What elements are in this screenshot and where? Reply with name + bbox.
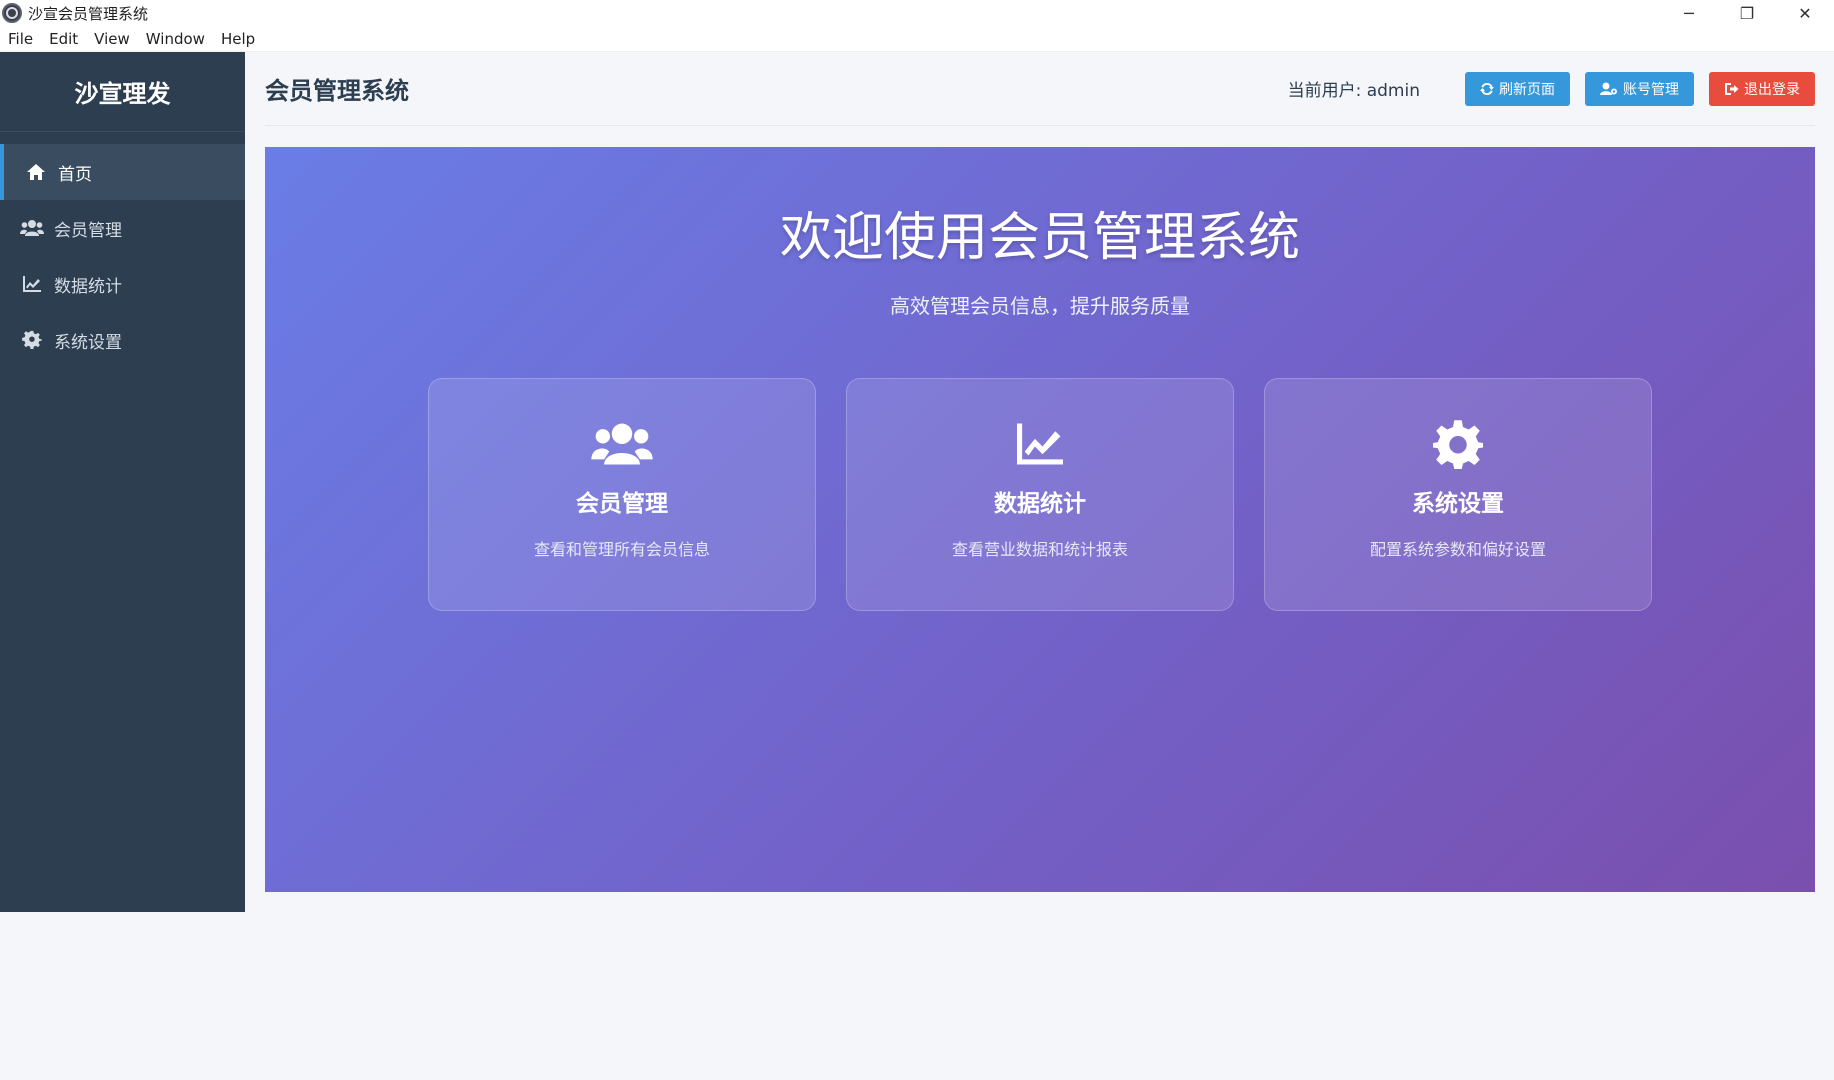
menu-bar: File Edit View Window Help	[0, 26, 1834, 52]
welcome-subtitle: 高效管理会员信息，提升服务质量	[890, 294, 1190, 318]
header-actions: 当前用户: admin 刷新页面 账号管理 退出登录	[1287, 71, 1815, 106]
chart-line-icon	[1014, 419, 1066, 469]
sign-out-icon	[1725, 82, 1739, 95]
menu-file[interactable]: File	[0, 26, 41, 52]
sidebar-item-members[interactable]: 会员管理	[0, 200, 245, 256]
sidebar-item-label: 系统设置	[54, 332, 122, 353]
sidebar-item-label: 数据统计	[54, 276, 122, 297]
menu-view[interactable]: View	[86, 26, 138, 52]
card-description: 查看营业数据和统计报表	[951, 540, 1128, 559]
minimize-button[interactable]: ─	[1660, 0, 1718, 26]
welcome-title: 欢迎使用会员管理系统	[779, 208, 1300, 268]
card-title: 会员管理	[576, 491, 668, 517]
close-button[interactable]: ✕	[1776, 0, 1834, 26]
refresh-page-label: 刷新页面	[1499, 81, 1555, 98]
card-description: 配置系统参数和偏好设置	[1369, 540, 1546, 559]
top-header: 会员管理系统 当前用户: admin 刷新页面 账号管理 退出登录	[265, 52, 1815, 126]
window-titlebar: 沙宣会员管理系统 ─ ❐ ✕	[0, 0, 1834, 26]
card-title: 系统设置	[1412, 491, 1504, 517]
sidebar-item-settings[interactable]: 系统设置	[0, 312, 245, 368]
users-icon	[20, 218, 44, 238]
gear-icon	[20, 330, 44, 350]
feature-cards: 会员管理 查看和管理所有会员信息 数据统计 查看营业数据和统计报表 系统设置 配…	[428, 378, 1652, 611]
chart-line-icon	[20, 274, 44, 294]
sidebar-nav: 首页 会员管理 数据统计 系统设置	[0, 144, 245, 368]
user-gear-icon	[1600, 82, 1617, 95]
card-data-statistics[interactable]: 数据统计 查看营业数据和统计报表	[846, 378, 1234, 611]
sidebar-brand: 沙宣理发	[0, 52, 245, 132]
gear-icon	[1433, 419, 1483, 469]
account-management-label: 账号管理	[1623, 81, 1679, 98]
welcome-banner: 欢迎使用会员管理系统 高效管理会员信息，提升服务质量 会员管理 查看和管理所有会…	[265, 147, 1815, 892]
menu-window[interactable]: Window	[138, 26, 213, 52]
menu-edit[interactable]: Edit	[41, 26, 86, 52]
account-management-button[interactable]: 账号管理	[1585, 71, 1694, 106]
menu-help[interactable]: Help	[213, 26, 263, 52]
sidebar-item-statistics[interactable]: 数据统计	[0, 256, 245, 312]
page-title: 会员管理系统	[265, 77, 409, 105]
sidebar: 沙宣理发 首页 会员管理 数据统计 系统设置	[0, 52, 245, 912]
refresh-page-button[interactable]: 刷新页面	[1465, 71, 1570, 106]
app-logo-icon	[2, 3, 22, 23]
logout-label: 退出登录	[1744, 81, 1800, 98]
card-system-settings[interactable]: 系统设置 配置系统参数和偏好设置	[1264, 378, 1652, 611]
card-description: 查看和管理所有会员信息	[533, 540, 710, 559]
card-title: 数据统计	[994, 491, 1086, 517]
current-user-label: 当前用户: admin	[1287, 81, 1420, 101]
refresh-icon	[1480, 82, 1494, 95]
users-icon	[590, 419, 654, 469]
home-icon	[24, 162, 48, 182]
window-title: 沙宣会员管理系统	[28, 4, 149, 23]
window-controls: ─ ❐ ✕	[1660, 0, 1834, 26]
logout-button[interactable]: 退出登录	[1709, 71, 1815, 106]
restore-button[interactable]: ❐	[1718, 0, 1776, 26]
sidebar-item-label: 会员管理	[54, 220, 122, 241]
card-member-management[interactable]: 会员管理 查看和管理所有会员信息	[428, 378, 816, 611]
sidebar-item-label: 首页	[58, 164, 92, 185]
sidebar-item-home[interactable]: 首页	[0, 144, 245, 200]
